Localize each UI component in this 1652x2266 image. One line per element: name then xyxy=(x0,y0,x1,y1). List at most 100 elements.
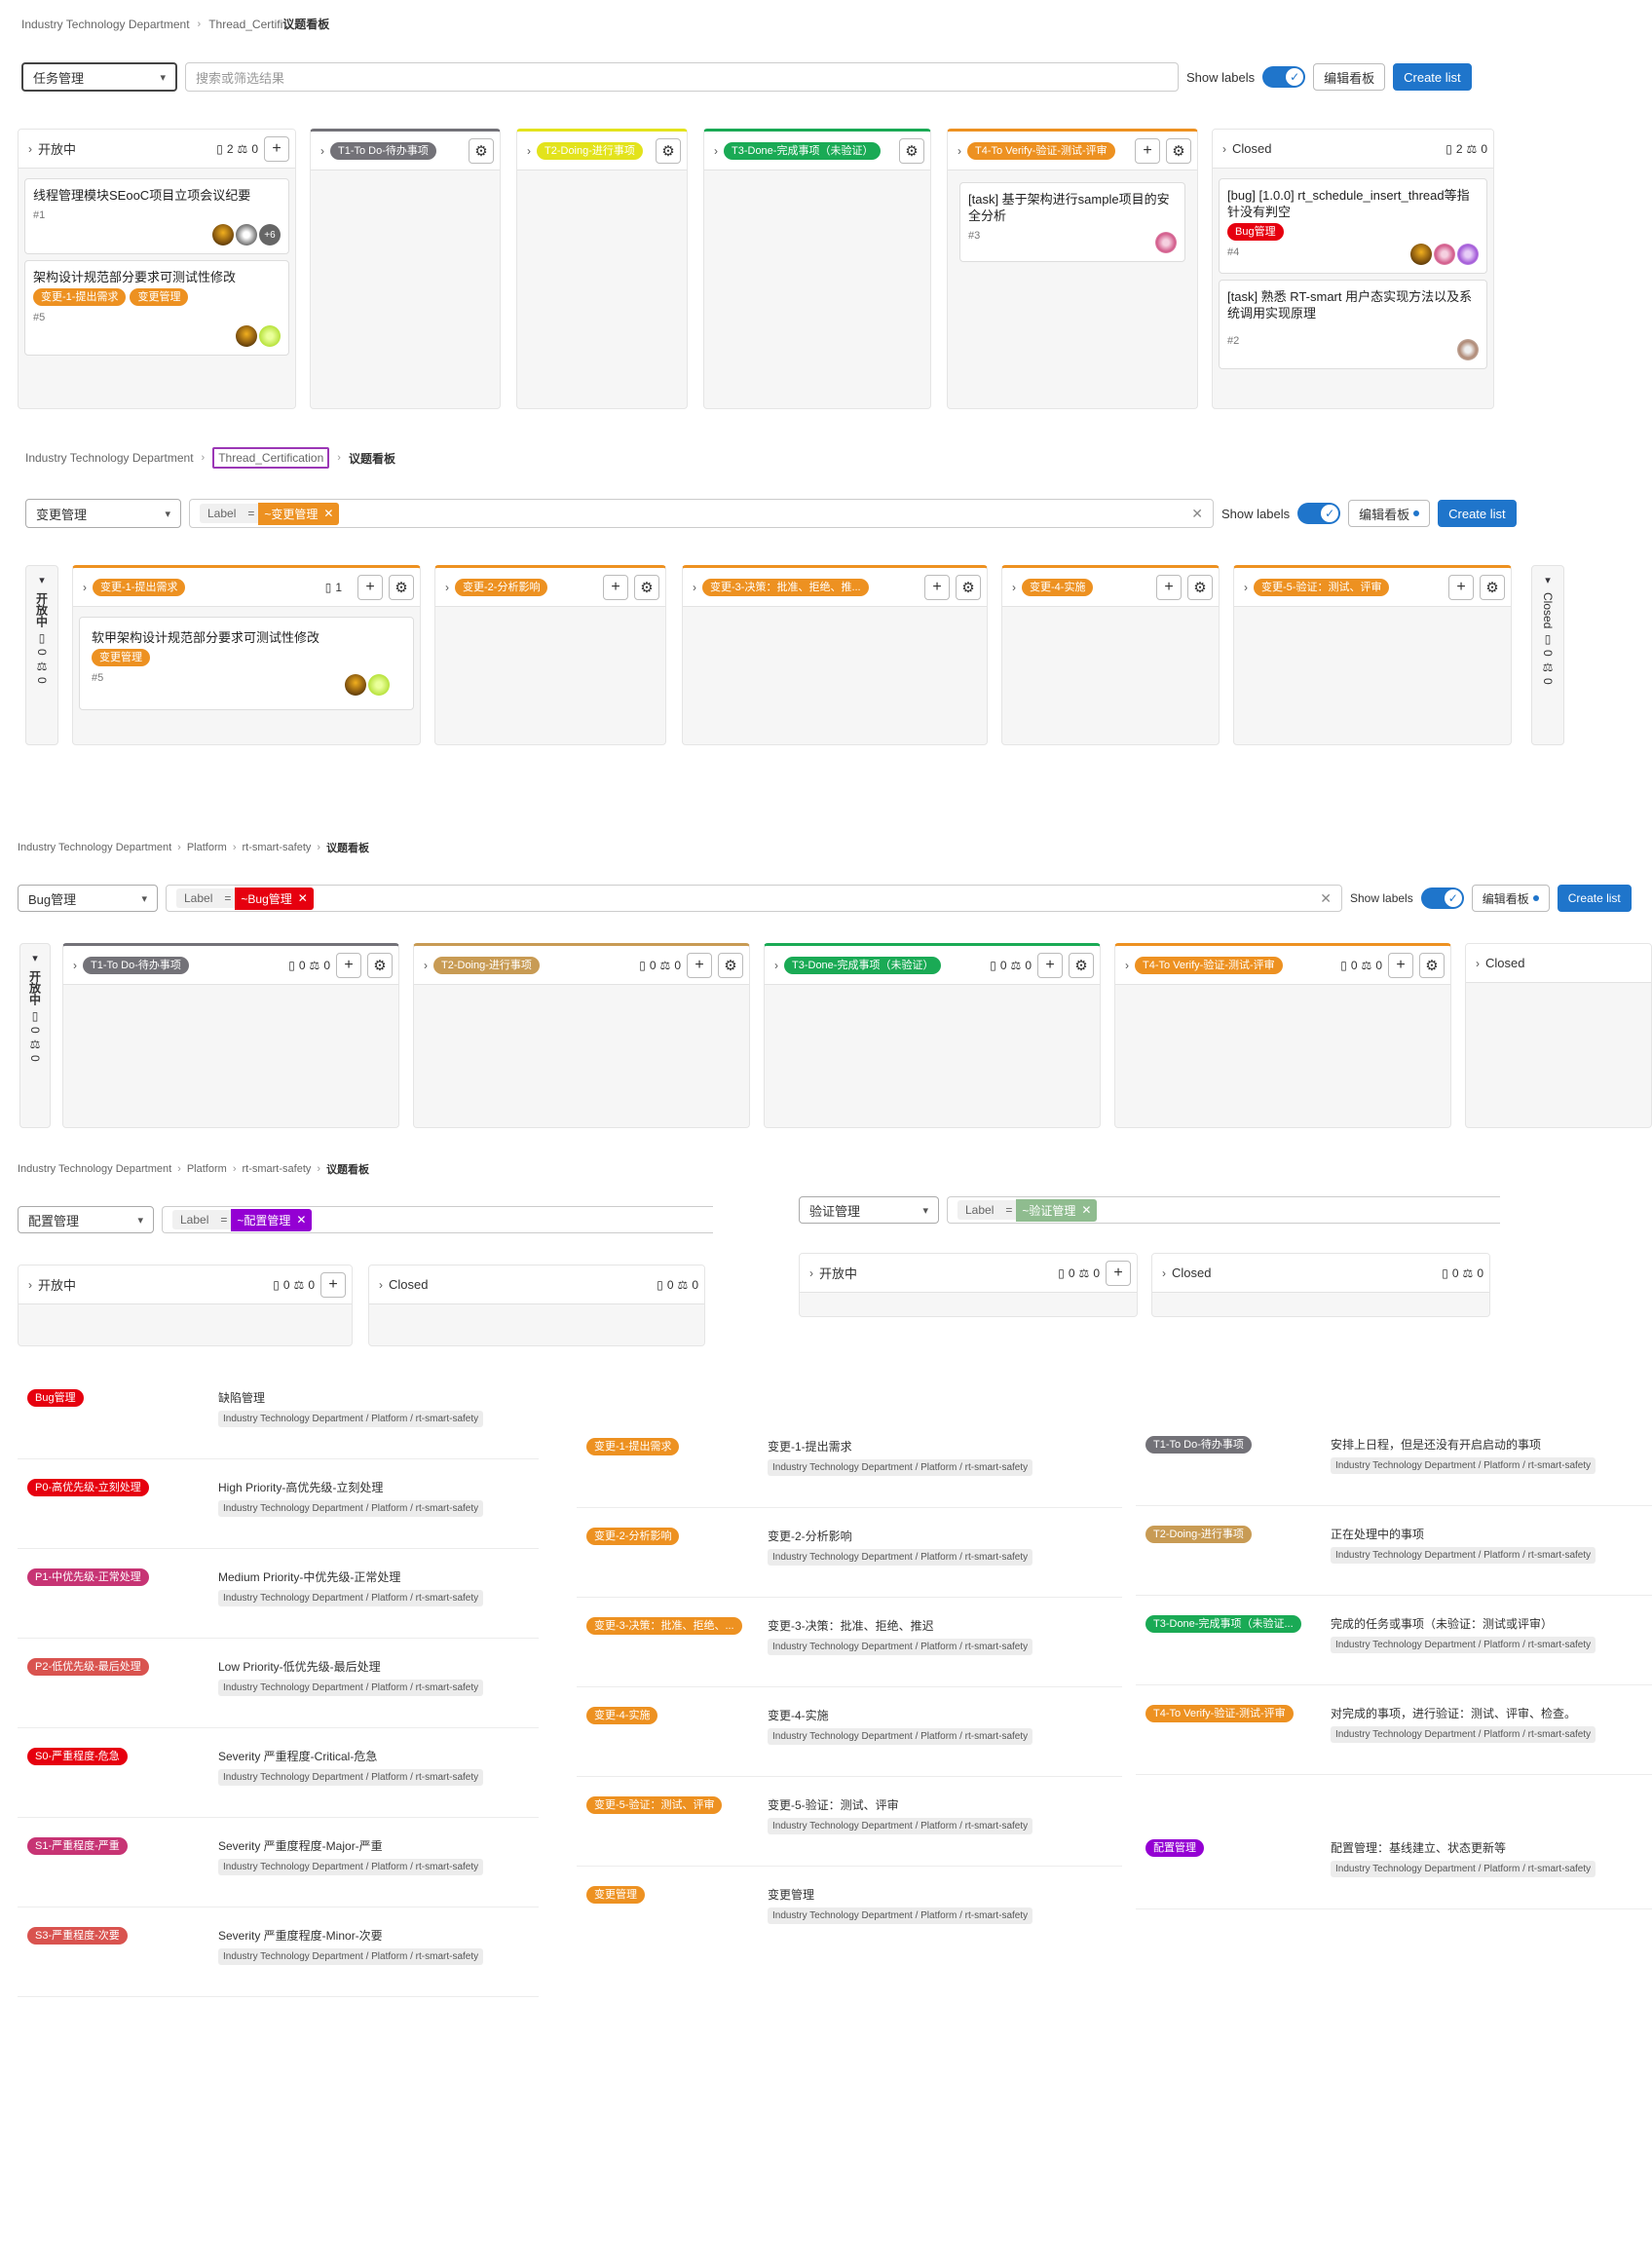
board-select[interactable]: Bug管理 ▾ xyxy=(18,885,158,912)
chevron-right-icon[interactable]: › xyxy=(83,581,87,594)
chevron-right-icon[interactable]: › xyxy=(1222,142,1226,156)
label-pill[interactable]: 变更-2-分析影响 xyxy=(586,1528,680,1545)
list-label-pill[interactable]: T3-Done-完成事项（未验证） xyxy=(784,956,942,974)
avatar[interactable] xyxy=(368,674,390,696)
list-label-pill[interactable]: T4-To Verify-验证-测试-评审 xyxy=(967,141,1115,160)
list-label-pill[interactable]: 变更-4-实施 xyxy=(1022,578,1094,596)
label-row[interactable]: T1-To Do-待办事项 安排上日程，但是还没有开启启动的事项 Industry … xyxy=(1136,1422,1652,1506)
list-label-pill[interactable]: T1-To Do-待办事项 xyxy=(83,956,189,974)
chevron-right-icon[interactable]: › xyxy=(379,1278,383,1292)
issue-card[interactable]: 软甲架构设计规范部分要求可测试性修改 变更管理 #5 xyxy=(79,617,414,710)
chevron-right-icon[interactable]: › xyxy=(1162,1266,1166,1280)
label-row[interactable]: T3-Done-完成事项（未验证... 完成的任务或事项（未验证：测试或评审） In… xyxy=(1136,1602,1652,1685)
list-label-pill[interactable]: 变更-2-分析影响 xyxy=(455,578,548,596)
label-row[interactable]: 变更-2-分析影响 变更-2-分析影响 Industry Technology De… xyxy=(577,1514,1122,1598)
add-issue-button[interactable]: + xyxy=(603,574,628,600)
list-label-pill[interactable]: 变更-1-提出需求 xyxy=(93,578,186,596)
breadcrumb-project[interactable]: rt-smart-safety xyxy=(242,1163,311,1175)
edit-board-button[interactable]: 编辑看板 xyxy=(1348,500,1431,527)
board-select[interactable]: 任务管理 ▾ xyxy=(21,62,177,92)
edit-board-button[interactable]: 编辑看板 xyxy=(1471,885,1550,912)
board-select[interactable]: 变更管理 ▾ xyxy=(25,499,181,528)
label-pill[interactable]: S0-严重程度-危急 xyxy=(27,1748,128,1765)
label-row[interactable]: P1-中优先级-正常处理 Medium Priority-中优先级-正常处理 Ind… xyxy=(18,1555,539,1639)
list-closed-collapsed[interactable]: ▾ Closed ▯ 0 ⚖ 0 xyxy=(1531,565,1564,745)
chevron-right-icon[interactable]: › xyxy=(693,581,696,594)
add-issue-button[interactable]: + xyxy=(1037,952,1063,978)
label-pill[interactable]: P0-高优先级-立刻处理 xyxy=(27,1479,149,1496)
edit-board-button[interactable]: 编辑看板 xyxy=(1313,63,1386,91)
gear-icon[interactable]: ⚙ xyxy=(718,952,743,978)
chevron-right-icon[interactable]: › xyxy=(527,144,531,158)
avatar[interactable] xyxy=(1457,244,1479,265)
chevron-down-icon[interactable]: ▾ xyxy=(39,574,45,586)
search-input[interactable]: Label = ~验证管理 ✕ xyxy=(947,1196,1500,1224)
gear-icon[interactable]: ⚙ xyxy=(1480,574,1505,600)
label-row[interactable]: S3-严重程度-次要 Severity 严重度程度-Minor-次要 Industr… xyxy=(18,1913,539,1997)
avatar[interactable] xyxy=(1410,244,1432,265)
label-pill[interactable]: Bug管理 xyxy=(1227,223,1284,241)
chevron-right-icon[interactable]: › xyxy=(957,144,961,158)
list-label-pill[interactable]: T2-Doing-进行事项 xyxy=(537,141,643,160)
list-label-pill[interactable]: T2-Doing-进行事项 xyxy=(433,956,540,974)
issue-title[interactable]: 软甲架构设计规范部分要求可测试性修改 xyxy=(92,629,401,646)
label-pill[interactable]: 变更-5-验证：测试、评审 xyxy=(586,1796,723,1814)
issue-title[interactable]: 架构设计规范部分要求可测试性修改 xyxy=(33,269,281,285)
label-pill[interactable]: 配置管理 xyxy=(1145,1839,1204,1857)
issue-card[interactable]: [bug] [1.0.0] rt_schedule_insert_thread等… xyxy=(1219,178,1487,274)
gear-icon[interactable]: ⚙ xyxy=(1187,574,1213,600)
label-pill[interactable]: 变更-1-提出需求 xyxy=(33,288,127,306)
add-issue-button[interactable]: + xyxy=(357,574,383,600)
label-pill[interactable]: T2-Doing-进行事项 xyxy=(1145,1526,1252,1543)
issue-title[interactable]: [task] 基于架构进行sample项目的安全分析 xyxy=(968,191,1177,224)
avatar[interactable] xyxy=(236,224,257,245)
list-label-pill[interactable]: T4-To Verify-验证-测试-评审 xyxy=(1135,956,1283,974)
issue-card[interactable]: [task] 熟悉 RT-smart 用户态实现方法以及系统调用实现原理 #2 xyxy=(1219,280,1487,369)
show-labels-toggle[interactable]: ✓ xyxy=(1297,503,1341,524)
avatar[interactable] xyxy=(236,325,257,347)
create-list-button[interactable]: Create list xyxy=(1438,500,1517,527)
list-open-collapsed[interactable]: ▾ 开放中 ▯ 0 ⚖ 0 xyxy=(19,943,51,1128)
gear-icon[interactable]: ⚙ xyxy=(956,574,981,600)
label-row[interactable]: 变更-1-提出需求 变更-1-提出需求 Industry Technology De… xyxy=(577,1424,1122,1508)
label-pill[interactable]: 变更管理 xyxy=(130,288,189,306)
label-row[interactable]: 变更管理 变更管理 Industry Technology Department /… xyxy=(577,1872,1122,1950)
board-select[interactable]: 验证管理 ▾ xyxy=(799,1196,939,1224)
chevron-right-icon[interactable]: › xyxy=(320,144,324,158)
list-label-pill[interactable]: T3-Done-完成事项（未验证） xyxy=(724,141,882,160)
add-issue-button[interactable]: + xyxy=(1156,574,1182,600)
filter-token-value[interactable]: ~Bug管理 ✕ xyxy=(235,887,314,910)
gear-icon[interactable]: ⚙ xyxy=(469,137,494,164)
add-issue-button[interactable]: + xyxy=(264,135,289,162)
issue-title[interactable]: 线程管理模块SEooC项目立项会议纪要 xyxy=(33,187,281,204)
avatar[interactable] xyxy=(345,674,366,696)
label-row[interactable]: T2-Doing-进行事项 正在处理中的事项 Industry Technology… xyxy=(1136,1512,1652,1596)
label-pill[interactable]: T4-To Verify-验证-测试-评审 xyxy=(1145,1705,1294,1722)
chevron-down-icon[interactable]: ▾ xyxy=(1545,574,1551,586)
more-assignees-badge[interactable]: +6 xyxy=(259,224,281,245)
search-input[interactable]: Label = ~Bug管理 ✕ ✕ xyxy=(166,885,1342,912)
add-issue-button[interactable]: + xyxy=(1135,137,1160,164)
label-row[interactable]: 变更-4-实施 变更-4-实施 Industry Technology Depart… xyxy=(577,1693,1122,1777)
chevron-right-icon[interactable]: › xyxy=(1476,957,1480,970)
create-list-button[interactable]: Create list xyxy=(1393,63,1472,91)
list-label-pill[interactable]: T1-To Do-待办事项 xyxy=(330,141,436,160)
label-pill[interactable]: T3-Done-完成事项（未验证... xyxy=(1145,1615,1301,1633)
avatar[interactable] xyxy=(1155,232,1177,253)
clear-icon[interactable]: ✕ xyxy=(1320,890,1332,907)
chevron-right-icon[interactable]: › xyxy=(28,142,32,156)
chevron-right-icon[interactable]: › xyxy=(445,581,449,594)
label-pill[interactable]: 变更-1-提出需求 xyxy=(586,1438,680,1455)
add-issue-button[interactable]: + xyxy=(924,574,950,600)
clear-icon[interactable]: ✕ xyxy=(1191,506,1203,522)
gear-icon[interactable]: ⚙ xyxy=(899,137,924,164)
show-labels-toggle[interactable]: ✓ xyxy=(1420,888,1464,909)
chevron-right-icon[interactable]: › xyxy=(73,959,77,972)
breadcrumb-project[interactable]: Thread_Certification xyxy=(212,447,330,469)
chevron-right-icon[interactable]: › xyxy=(1125,959,1129,972)
label-pill[interactable]: 变更-3-决策：批准、拒绝、... xyxy=(586,1617,742,1635)
add-issue-button[interactable]: + xyxy=(1448,574,1474,600)
gear-icon[interactable]: ⚙ xyxy=(634,574,659,600)
label-row[interactable]: S0-严重程度-危急 Severity 严重程度-Critical-危急 Indus… xyxy=(18,1734,539,1818)
chevron-right-icon[interactable]: › xyxy=(1244,581,1248,594)
